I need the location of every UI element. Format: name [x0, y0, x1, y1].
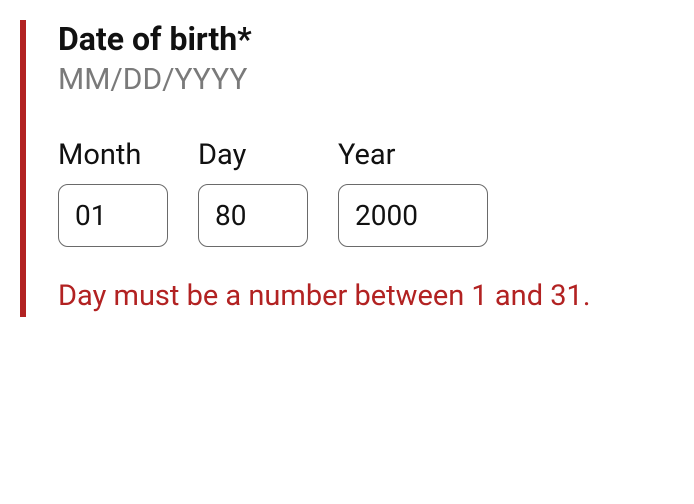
- date-inputs-row: Month Day Year: [58, 138, 660, 247]
- year-label: Year: [338, 138, 488, 172]
- fieldset-legend: Date of birth*: [58, 20, 660, 58]
- day-label: Day: [198, 138, 308, 172]
- month-input[interactable]: [58, 184, 168, 247]
- year-field-group: Year: [338, 138, 488, 247]
- day-field-group: Day: [198, 138, 308, 247]
- date-of-birth-fieldset: Date of birth* MM/DD/YYYY Month Day Year…: [20, 20, 660, 317]
- month-label: Month: [58, 138, 168, 172]
- year-input[interactable]: [338, 184, 488, 247]
- format-hint: MM/DD/YYYY: [58, 62, 660, 98]
- error-message: Day must be a number between 1 and 31.: [58, 277, 618, 316]
- day-input[interactable]: [198, 184, 308, 247]
- month-field-group: Month: [58, 138, 168, 247]
